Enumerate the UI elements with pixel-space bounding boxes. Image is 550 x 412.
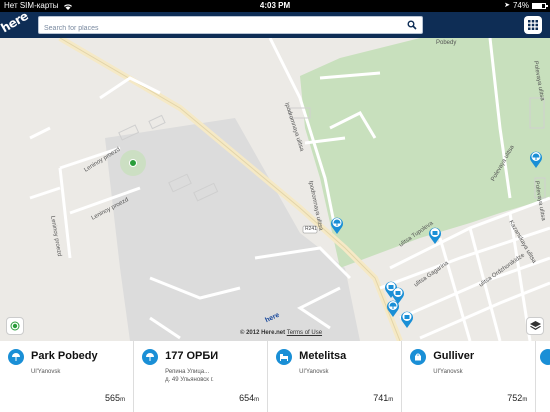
status-right: ➤ 74% — [504, 0, 548, 12]
map-view[interactable]: Pobedy Leninoy proezd Leninoy proezd Len… — [0, 38, 550, 341]
bed-icon — [276, 349, 293, 365]
map-pin-umbrella-icon[interactable] — [330, 216, 344, 234]
current-location-dot — [129, 159, 137, 167]
search-input[interactable] — [39, 20, 399, 37]
place-address: Ul'Yanovsk — [433, 369, 463, 375]
map-copyright: © 2012 Here.net Terms of Use — [240, 330, 322, 336]
map-pin-shopping-icon[interactable] — [400, 310, 414, 328]
umbrella-icon — [540, 349, 550, 365]
map-canvas[interactable] — [0, 38, 550, 341]
place-name: Park Pobedy — [31, 350, 98, 362]
distance-unit: m — [254, 397, 260, 403]
place-distance: 654m — [239, 393, 259, 403]
place-distance: 741m — [373, 393, 393, 403]
status-time: 4:03 PM — [259, 1, 291, 10]
status-bar: Нет SIM-карты 4:03 PM ➤ 74% — [0, 0, 550, 12]
battery-fill — [533, 4, 542, 8]
umbrella-icon — [8, 349, 24, 365]
terms-of-use-link[interactable]: Terms of Use — [287, 330, 322, 336]
map-pin-umbrella-icon[interactable] — [529, 150, 543, 168]
apps-menu-button[interactable] — [524, 16, 542, 34]
location-arrow-icon: ➤ — [504, 2, 510, 9]
map-label-pobedy: Pobedy — [436, 40, 457, 46]
search-box[interactable] — [38, 16, 423, 37]
place-name: Gulliver — [433, 350, 475, 362]
address-line: д. 49 Ульяновск г. — [165, 377, 214, 383]
place-card[interactable]: 177 ОРБИ Репина Улица... д. 49 Ульяновск … — [134, 341, 269, 412]
distance-value: 565 — [105, 393, 121, 403]
address-line: Репина Улица... — [165, 369, 210, 375]
distance-unit: m — [120, 397, 126, 403]
distance-unit: m — [522, 397, 528, 403]
place-card-partial[interactable] — [536, 341, 550, 412]
nearby-places-bar: Park Pobedy Ul'Yanovsk 565m 177 ОРБИ Реп… — [0, 341, 550, 412]
map-pin-shopping-icon[interactable] — [428, 226, 442, 244]
layers-icon — [529, 321, 541, 330]
place-card[interactable]: Gulliver Ul'Yanovsk 752m — [402, 341, 537, 412]
place-address: Ul'Yanovsk — [299, 369, 329, 375]
grid-icon — [528, 20, 538, 30]
place-distance: 752m — [507, 393, 527, 403]
place-name: Metelitsa — [299, 350, 347, 362]
place-address: Репина Улица... д. 49 Ульяновск г. — [165, 368, 214, 384]
target-icon — [10, 321, 20, 331]
distance-value: 741 — [373, 393, 389, 403]
place-card[interactable]: Metelitsa Ul'Yanovsk 741m — [268, 341, 403, 412]
my-location-button[interactable] — [6, 317, 24, 335]
map-pin-umbrella-icon[interactable] — [386, 299, 400, 317]
place-address: Ul'Yanovsk — [31, 369, 61, 375]
place-name: 177 ОРБИ — [165, 350, 219, 362]
here-maps-app: Нет SIM-карты 4:03 PM ➤ 74% here Search … — [0, 0, 550, 412]
place-distance: 565m — [105, 393, 125, 403]
search-icon[interactable] — [407, 20, 417, 30]
distance-unit: m — [388, 397, 394, 403]
shopping-bag-icon — [410, 349, 427, 365]
route-label: R241 — [305, 226, 317, 232]
umbrella-icon — [142, 349, 159, 365]
distance-value: 654 — [239, 393, 255, 403]
map-layers-button[interactable] — [526, 317, 544, 335]
distance-value: 752 — [507, 393, 523, 403]
battery-icon — [532, 3, 548, 9]
place-card[interactable]: Park Pobedy Ul'Yanovsk 565m — [0, 341, 135, 412]
copyright-text: © 2012 Here.net — [240, 330, 286, 336]
battery-percent: 74% — [512, 1, 529, 10]
